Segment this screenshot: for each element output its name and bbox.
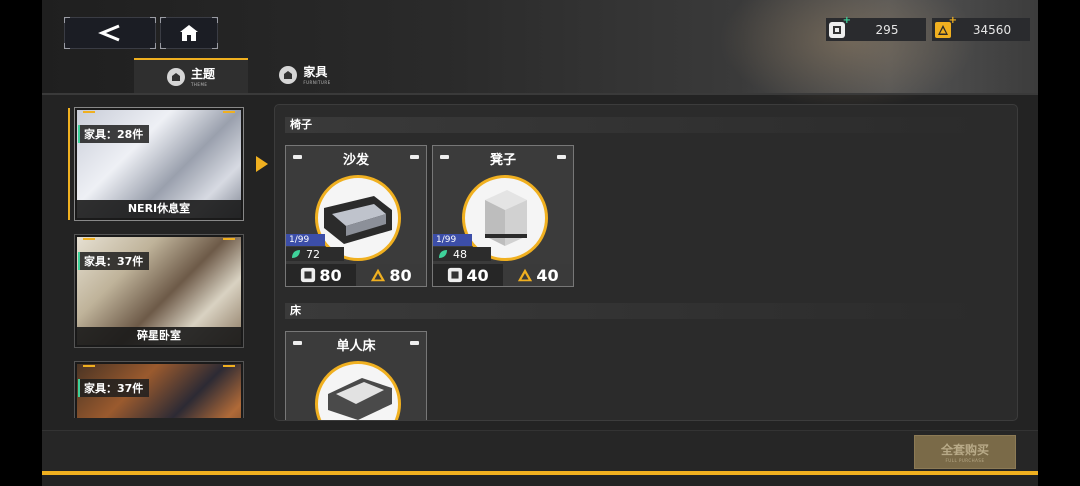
gold-amount: 34560 — [972, 22, 1012, 37]
tab-theme[interactable]: 主题 THEME — [134, 58, 248, 94]
furniture-icon — [279, 66, 298, 84]
furniture-card-stool[interactable]: 凳子 1/99 48 40 40 — [432, 145, 574, 287]
gem-currency[interactable]: + 295 — [826, 15, 926, 41]
gold-triangle-icon — [371, 268, 386, 282]
room-card-third[interactable]: 家具：37件 — [74, 361, 244, 418]
price-row: 80 80 — [286, 264, 426, 286]
tab-bar: 主题 THEME 家具 FURNITURE — [134, 58, 362, 94]
room-card-shattered-star-bedroom[interactable]: 家具：37件 碎星卧室 — [74, 234, 244, 348]
tab-furniture[interactable]: 家具 FURNITURE — [248, 58, 362, 92]
buy-all-label: 全套购买 — [940, 443, 989, 457]
furniture-card-single-bed[interactable]: 单人床 — [285, 331, 427, 420]
tab-theme-sublabel: THEME — [190, 81, 208, 87]
green-gem-icon — [448, 267, 463, 283]
tab-theme-label: 主题 — [190, 66, 215, 81]
gem-price[interactable]: 40 — [433, 264, 503, 286]
theme-icon — [166, 68, 185, 86]
item-image — [315, 361, 401, 420]
tab-furniture-sublabel: FURNITURE — [303, 79, 331, 85]
room-card-neri-lounge[interactable]: 家具：28件 NERI休息室 — [68, 107, 244, 221]
comfort-value: 72 — [286, 247, 344, 261]
furniture-count: 家具：28件 — [78, 125, 150, 143]
room-list[interactable]: 家具：28件 NERI休息室 家具：37件 碎星卧室 家具：37件 — [68, 105, 248, 418]
item-name: 单人床 — [336, 339, 376, 354]
price-row: 40 40 — [433, 264, 573, 286]
furniture-card-sofa[interactable]: 沙发 1/99 72 80 80 — [285, 145, 427, 287]
gold-price[interactable]: 40 — [503, 264, 573, 286]
gem-price[interactable]: 80 — [286, 264, 356, 286]
gem-amount: 295 — [875, 22, 899, 37]
comfort-value: 48 — [433, 247, 491, 261]
green-gem-icon — [301, 267, 316, 283]
gold-price[interactable]: 80 — [356, 264, 426, 286]
furniture-count: 家具：37件 — [78, 252, 150, 270]
gold-currency[interactable]: + 34560 — [932, 15, 1030, 41]
back-button[interactable] — [64, 17, 156, 49]
home-button[interactable] — [160, 17, 218, 49]
accent-bar — [42, 471, 1038, 475]
house-icon — [180, 25, 198, 41]
category-header-chairs: 椅子 — [285, 117, 980, 133]
room-name: NERI休息室 — [75, 200, 243, 218]
item-name: 凳子 — [489, 153, 516, 168]
item-name: 沙发 — [342, 153, 369, 168]
green-gem-icon: + — [826, 15, 851, 41]
stock-count: 1/99 — [286, 234, 325, 246]
tab-furniture-label: 家具 — [303, 64, 328, 79]
tab-divider — [42, 93, 1038, 95]
gold-triangle-icon — [518, 268, 533, 282]
gold-triangle-icon: + — [932, 15, 957, 41]
selection-arrow-icon — [256, 156, 268, 172]
buy-all-button[interactable]: 全套购买 FULL PURCHASE — [914, 435, 1016, 469]
stock-count: 1/99 — [433, 234, 472, 246]
footer-bar — [42, 430, 1038, 471]
buy-all-sublabel: FULL PURCHASE — [945, 458, 985, 463]
furniture-panel[interactable]: 椅子 沙发 1/99 72 80 80 凳子 1/99 48 40 40 床 单… — [274, 104, 1018, 421]
leaf-icon — [292, 250, 300, 258]
game-screen: + 295 + 34560 主题 THEME 家具 FURNITURE 家具：2… — [42, 0, 1038, 486]
selected-indicator — [68, 108, 70, 220]
chevron-left-icon — [98, 24, 120, 42]
category-header-beds: 床 — [285, 303, 980, 319]
room-name: 碎星卧室 — [75, 327, 243, 345]
leaf-icon — [439, 250, 447, 258]
furniture-count: 家具：37件 — [78, 379, 150, 397]
